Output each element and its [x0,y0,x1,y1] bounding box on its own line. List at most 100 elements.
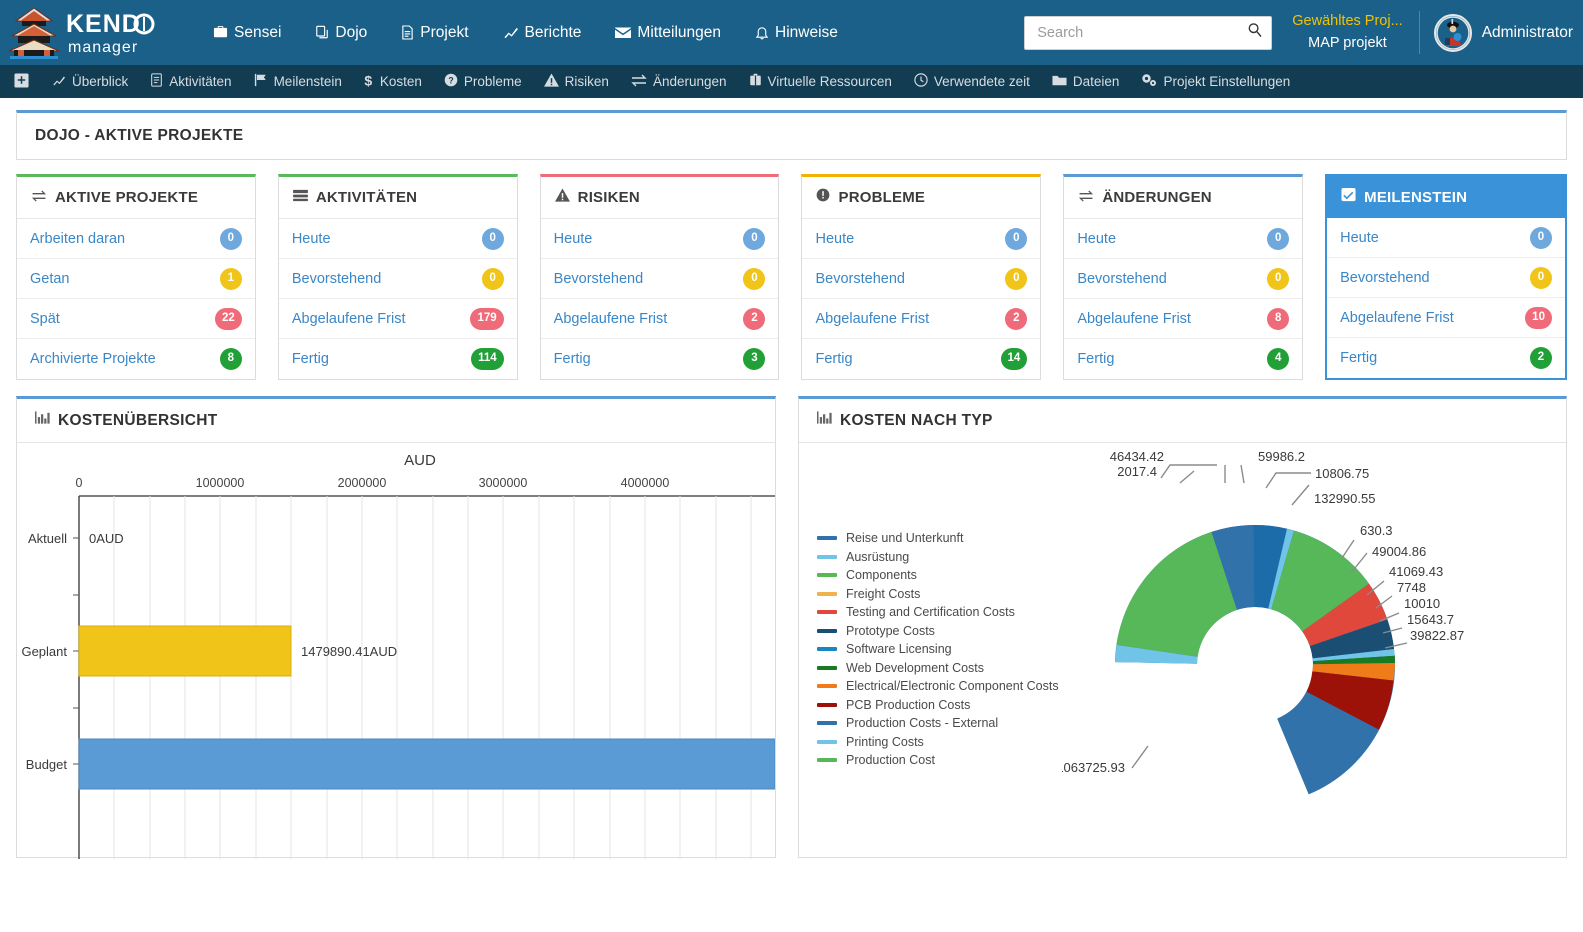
card-row[interactable]: Abgelaufene Frist 179 [278,299,517,339]
legend-swatch [817,573,837,577]
card-row[interactable]: Abgelaufene Frist 8 [1064,299,1303,339]
nav-item-projekt[interactable]: Projekt [384,24,485,42]
subnav-item-meilenstein[interactable]: Meilenstein [243,73,353,90]
legend-item[interactable]: PCB Production Costs [817,698,1059,712]
card-row[interactable]: Spät 22 [17,299,255,339]
donut-label-46434: 46434.42 [1110,449,1164,464]
nav-item-label: Dojo [335,23,368,41]
widget-card-aktivitaeten[interactable]: AKTIVITÄTEN Heute 0 Bevorstehend 0 Abgel… [277,174,518,380]
donut-label-49004: 49004.86 [1372,544,1426,559]
card-row[interactable]: Heute 0 [802,219,1041,259]
card-row[interactable]: Bevorstehend 0 [1327,258,1565,298]
card-row-label: Heute [291,230,331,247]
nav-item-label: Mitteilungen [637,23,721,41]
subnav-item-verwendete-zeit[interactable]: Verwendete zeit [903,73,1041,90]
card-row[interactable]: Bevorstehend 0 [540,259,779,299]
legend-item[interactable]: Printing Costs [817,735,1059,749]
bar-geplant[interactable] [78,625,292,677]
card-row-label: Fertig [553,351,591,367]
avatar[interactable] [1433,13,1472,52]
subnav-item-risiken[interactable]: Risiken [533,73,620,90]
card-row-badge: 179 [470,307,504,330]
subnav-item-dateien[interactable]: Dateien [1041,74,1131,90]
card-row-badge: 4 [1267,348,1290,370]
subnav-item-aktivitaeten[interactable]: Aktivitäten [139,73,242,90]
card-row[interactable]: Fertig 114 [279,339,517,379]
legend-item[interactable]: Reise und Unterkunft [817,531,1059,545]
nav-item-mitteilungen[interactable]: Mitteilungen [598,24,738,42]
card-row[interactable]: Abgelaufene Frist 10 [1327,298,1565,338]
subnav-item-uberblick[interactable]: Überblick [41,74,139,90]
subnav-item-kosten[interactable]: $ Kosten [353,72,433,91]
search-icon[interactable] [1247,22,1263,43]
widget-card-probleme[interactable]: PROBLEME Heute 0 Bevorstehend 0 Abgelauf… [801,174,1042,380]
nav-item-dojo[interactable]: Dojo [298,24,384,42]
card-row-label: Fertig [1340,350,1378,366]
card-row[interactable]: Abgelaufene Frist 2 [802,299,1041,339]
card-row[interactable]: Fertig 3 [541,339,779,379]
bar-budget[interactable] [78,738,775,790]
subnav-item-aenderungen[interactable]: Änderungen [620,74,738,90]
card-row-label: Abgelaufene Frist [291,310,406,327]
widget-card-aktive-projekte[interactable]: AKTIVE PROJEKTE Arbeiten daran 0 Getan 1… [16,174,256,380]
bar-chart-xtick-1: 1000000 [196,476,245,490]
subnav-item-probleme[interactable]: ? Probleme [433,73,533,90]
card-row[interactable]: Abgelaufene Frist 2 [540,299,779,339]
bar-chart-axis-title: AUD [404,452,436,469]
exchange-icon [1078,189,1094,207]
nav-item-label: Berichte [524,23,582,41]
card-row[interactable]: Bevorstehend 0 [802,259,1041,299]
selected-project-block[interactable]: Gewähltes Proj... MAP projekt [1292,11,1420,54]
nav-item-hinweise[interactable]: Hinweise [738,24,855,42]
card-row[interactable]: Archivierte Projekte 8 [17,339,255,379]
legend-swatch [817,739,837,744]
legend-item[interactable]: Freight Costs [817,587,1059,601]
card-row-badge: 0 [219,227,242,250]
folder-icon [1052,74,1067,90]
legend-item[interactable]: Production Cost [817,753,1059,767]
card-row[interactable]: Heute 0 [1327,218,1565,258]
question-circle-icon: ? [444,73,458,90]
card-title: PROBLEME [838,189,926,206]
search-box[interactable] [1024,15,1273,50]
card-row[interactable]: Fertig 14 [802,339,1040,379]
user-menu[interactable]: Administrator [1433,13,1583,52]
card-row[interactable]: Bevorstehend 0 [1064,259,1303,299]
legend-item[interactable]: Ausrüstung [817,550,1059,564]
subnav-item-projekt-einstellungen[interactable]: Projekt Einstellungen [1130,73,1301,90]
card-row[interactable]: Fertig 2 [1327,338,1565,378]
card-row[interactable]: Heute 0 [540,219,779,259]
nav-item-sensei[interactable]: Sensei [196,24,298,42]
search-input[interactable] [1035,23,1248,42]
bar-chart-xtick-3: 3000000 [479,476,528,490]
card-row[interactable]: Arbeiten daran 0 [17,219,255,259]
card-row[interactable]: Heute 0 [1064,219,1303,259]
card-row-badge: 0 [1529,266,1552,289]
widget-card-aenderungen[interactable]: ÄNDERUNGEN Heute 0 Bevorstehend 0 Abgela… [1063,174,1304,380]
subnav-add-button[interactable] [8,72,41,91]
card-row[interactable]: Heute 0 [278,219,517,259]
widget-card-meilenstein[interactable]: MEILENSTEIN Heute 0 Bevorstehend 0 Abgel… [1325,174,1567,380]
card-row[interactable]: Getan 1 [17,259,255,299]
legend-item[interactable]: Components [817,568,1059,582]
legend-item[interactable]: Electrical/Electronic Component Costs [817,679,1059,693]
card-title: RISIKEN [577,189,640,206]
legend-label: Production Cost [846,753,935,767]
card-row[interactable]: Fertig 4 [1064,339,1302,379]
card-header: ÄNDERUNGEN [1064,177,1303,219]
card-row[interactable]: Bevorstehend 0 [278,259,517,299]
legend-item[interactable]: Production Costs - External [817,716,1059,730]
subnav-item-virtuelle-ressourcen[interactable]: Virtuelle Ressourcen [738,73,903,90]
nav-item-berichte[interactable]: Berichte [486,24,599,42]
bell-icon [755,25,769,40]
donut-label-132990: 132990.55 [1314,491,1375,506]
legend-item[interactable]: Web Development Costs [817,661,1059,675]
legend-swatch [817,610,837,614]
legend-item[interactable]: Software Licensing [817,642,1059,656]
widget-card-risiken[interactable]: RISIKEN Heute 0 Bevorstehend 0 Abgelaufe… [539,174,780,380]
brand-logo[interactable]: KEND manager [0,0,160,65]
legend-item[interactable]: Prototype Costs [817,624,1059,638]
legend-item[interactable]: Testing and Certification Costs [817,605,1059,619]
warning-triangle-icon [543,73,559,90]
bar-chart-xtick-2: 2000000 [338,476,387,490]
